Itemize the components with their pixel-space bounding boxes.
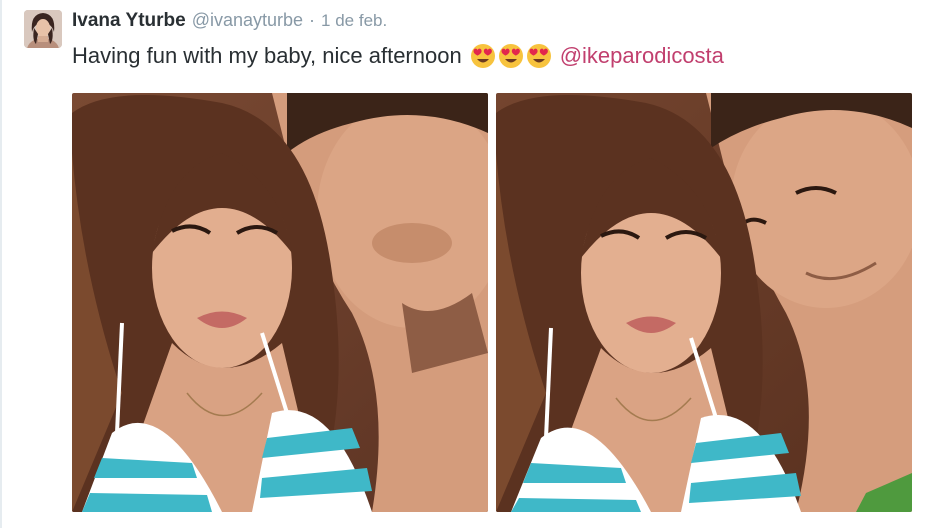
avatar[interactable]	[24, 10, 62, 48]
selfie-photo-image	[496, 93, 912, 512]
tweet-body: Having fun with my baby, nice afternoon	[72, 43, 462, 68]
tweet-header: Ivana Yturbe @ivanayturbe · 1 de feb.	[72, 10, 387, 36]
user-handle[interactable]: @ivanayturbe	[192, 10, 303, 31]
heart-eyes-emoji-icon	[498, 44, 523, 68]
selfie-photo-image	[72, 93, 488, 512]
timeline-divider	[0, 0, 2, 528]
tweet-card: Ivana Yturbe @ivanayturbe · 1 de feb. Ha…	[0, 0, 938, 528]
tweet-photo-right[interactable]	[496, 93, 912, 512]
heart-eyes-emoji-icon	[526, 44, 551, 68]
avatar-image	[24, 10, 62, 48]
tweet-photo-left[interactable]	[72, 93, 488, 512]
display-name[interactable]: Ivana Yturbe	[72, 10, 186, 32]
mention-link[interactable]: @ikeparodicosta	[560, 43, 724, 69]
timestamp[interactable]: 1 de feb.	[321, 11, 387, 31]
tweet-text: Having fun with my baby, nice afternoon	[72, 43, 724, 69]
heart-eyes-emoji-icon	[470, 44, 495, 68]
separator-dot: ·	[309, 10, 316, 30]
emoji-group	[470, 43, 552, 69]
